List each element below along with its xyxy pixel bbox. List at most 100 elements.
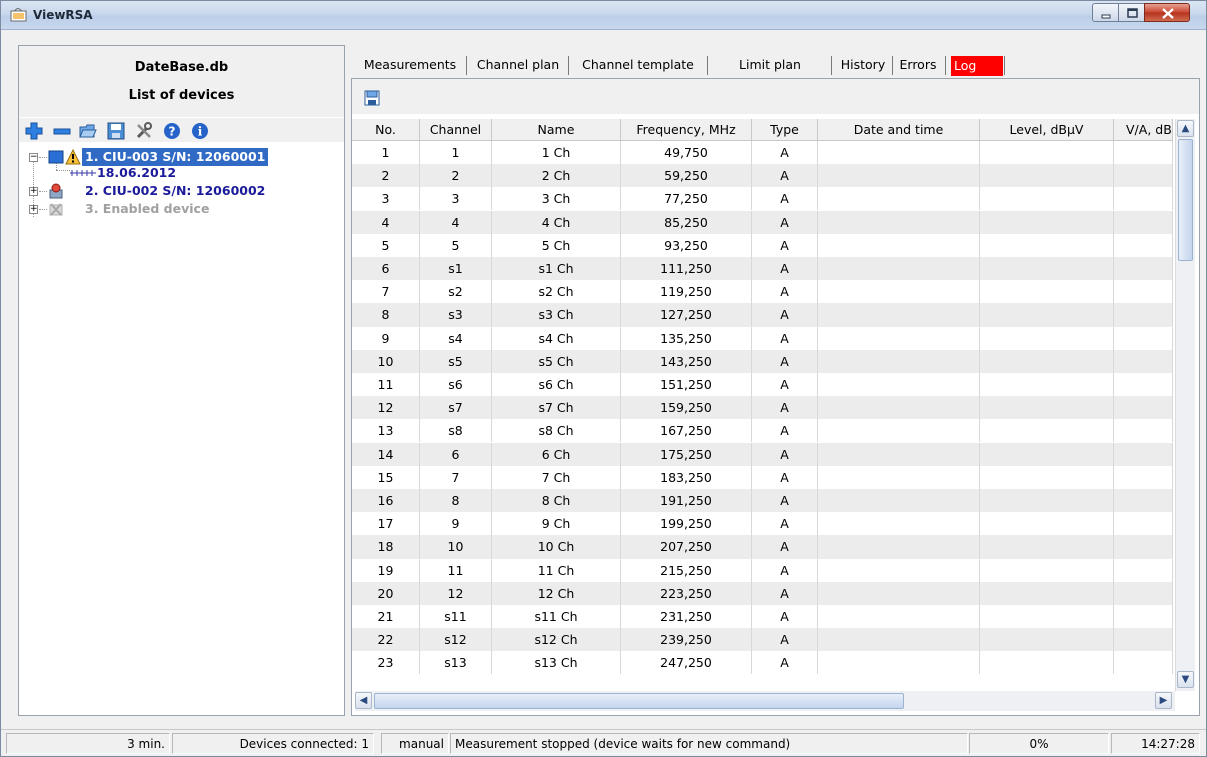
tree-item-device-2[interactable]: + 2. CIU-002 S/N: 12060002 — [19, 183, 344, 199]
column-header-va[interactable]: V/A, dB — [1114, 119, 1173, 141]
table-cell: A — [752, 605, 818, 628]
table-row[interactable]: 10 s5 s5 Ch 143,250 A — [352, 349, 1173, 373]
vertical-scrollbar[interactable]: ▲ ▼ — [1175, 119, 1195, 691]
tab-channel-template[interactable]: Channel template — [572, 53, 704, 77]
table-row[interactable]: 444 Ch 85,250 A — [352, 210, 1173, 234]
table-row[interactable]: 17 9 9 Ch 199,250 A — [352, 512, 1173, 536]
warning-icon — [65, 149, 81, 165]
table-row[interactable]: 19 11 11 Ch 215,250 A — [352, 558, 1173, 582]
tab-label: Channel plan — [476, 57, 560, 72]
table-cell: 23 — [352, 651, 420, 675]
table-cell — [818, 396, 980, 420]
tab-errors[interactable]: Errors — [895, 53, 941, 77]
table-cell — [980, 164, 1114, 188]
tree-item-device-1[interactable]: − 1. CIU-003 S/N: 12060001 — [19, 148, 344, 166]
settings-icon[interactable] — [135, 122, 153, 140]
tree-item-measurement[interactable]: 18.06.2012 — [19, 165, 344, 181]
scroll-left-button[interactable]: ◀ — [355, 692, 372, 709]
collapse-icon[interactable]: − — [29, 153, 38, 162]
table-cell — [980, 605, 1114, 628]
table-cell: s2 — [420, 280, 492, 304]
table-row[interactable]: 333 Ch 77,250 A — [352, 187, 1173, 211]
table-row[interactable]: 12 s7 s7 Ch 159,250 A — [352, 396, 1173, 420]
help-icon[interactable]: ? — [163, 122, 181, 140]
table-cell: 239,250 — [621, 628, 752, 652]
table-cell: A — [752, 233, 818, 257]
horizontal-scrollbar[interactable]: ◀ ▶ — [355, 691, 1175, 711]
column-header-channel[interactable]: Channel — [420, 119, 492, 141]
table-cell — [1114, 187, 1173, 211]
table-row[interactable]: 14 6 6 Ch 175,250 A — [352, 442, 1173, 466]
device-list-title: List of devices — [128, 88, 235, 103]
tree-item-device-3[interactable]: + 3. Enabled device — [19, 201, 344, 217]
table-cell — [980, 326, 1114, 350]
table-row[interactable]: 22 s12 s12 Ch 239,250 A — [352, 628, 1173, 652]
tab-channel-plan[interactable]: Channel plan — [470, 53, 566, 77]
table-row[interactable]: 23 s13 s13 Ch 247,250 A — [352, 651, 1173, 675]
table-cell: 16 — [352, 489, 420, 512]
table-row[interactable]: 18 10 10 Ch 207,250 A — [352, 535, 1173, 559]
horizontal-scroll-thumb[interactable] — [374, 693, 904, 709]
title-bar[interactable]: ViewRSA — [1, 1, 1206, 30]
column-header-type[interactable]: Type — [752, 119, 818, 141]
table-row[interactable]: 11 s6 s6 Ch 151,250 A — [352, 373, 1173, 396]
remove-icon[interactable] — [53, 122, 71, 140]
table-row[interactable]: 16 8 8 Ch 191,250 A — [352, 489, 1173, 513]
column-header-level[interactable]: Level, dBµV — [980, 119, 1114, 141]
minimize-button[interactable] — [1092, 3, 1119, 22]
table-cell: 11 — [420, 558, 492, 582]
table-cell: 4 — [352, 210, 420, 234]
vertical-scroll-thumb[interactable] — [1178, 139, 1193, 261]
column-header-date-time[interactable]: Date and time — [818, 119, 980, 141]
expand-icon[interactable]: + — [29, 205, 38, 214]
table-cell — [1114, 651, 1173, 675]
table-row[interactable]: 20 12 12 Ch 223,250 A — [352, 581, 1173, 605]
close-icon — [1162, 8, 1174, 19]
table-row[interactable]: 555 Ch 93,250 A — [352, 233, 1173, 257]
tab-limit-plan[interactable]: Limit plan — [711, 53, 829, 77]
table-row[interactable]: 222 Ch 59,250 A — [352, 164, 1173, 188]
table-cell: A — [752, 141, 818, 164]
table-row[interactable]: 13 s8 s8 Ch 167,250 A — [352, 419, 1173, 443]
table-row[interactable]: 111 Ch 49,750 A — [352, 141, 1173, 164]
scroll-right-button[interactable]: ▶ — [1155, 692, 1172, 709]
save-icon[interactable] — [364, 90, 380, 106]
info-icon[interactable]: i — [191, 122, 209, 140]
table-cell — [818, 349, 980, 373]
tree-item-label: 2. CIU-002 S/N: 12060002 — [85, 183, 266, 198]
close-button[interactable] — [1144, 3, 1190, 22]
app-window: ViewRSA DateBase.db List of devices ? i — [0, 0, 1207, 757]
table-cell — [818, 373, 980, 396]
table-row[interactable]: 9 s4 s4 Ch 135,250 A — [352, 326, 1173, 350]
add-icon[interactable] — [25, 122, 43, 140]
scroll-up-button[interactable]: ▲ — [1177, 120, 1194, 137]
save-icon[interactable] — [107, 122, 125, 140]
table-cell: A — [752, 187, 818, 211]
table-header: No. Channel Name Frequency, MHz Type Dat… — [352, 119, 1173, 141]
table-row[interactable]: 21 s11 s11 Ch 231,250 A — [352, 605, 1173, 628]
tab-measurements[interactable]: Measurements — [356, 53, 464, 77]
table-cell: s7 — [420, 396, 492, 420]
column-header-name[interactable]: Name — [492, 119, 621, 141]
app-icon — [10, 8, 27, 22]
table-cell: A — [752, 442, 818, 466]
expand-icon[interactable]: + — [29, 187, 38, 196]
tab-history[interactable]: History — [835, 53, 891, 77]
table-cell — [980, 396, 1114, 420]
table-row[interactable]: 15 7 7 Ch 183,250 A — [352, 465, 1173, 489]
table-row[interactable]: 8 s3 s3 Ch 127,250 A — [352, 303, 1173, 327]
table-row[interactable]: 6 s1 s1 Ch 111,250 A — [352, 257, 1173, 281]
table-row[interactable]: 7 s2 s2 Ch 119,250 A — [352, 280, 1173, 304]
table-cell: 21 — [352, 605, 420, 628]
tab-label: Channel template — [582, 57, 694, 72]
table-cell: 12 Ch — [492, 581, 621, 605]
open-folder-icon[interactable] — [79, 122, 97, 140]
table-cell — [818, 558, 980, 582]
scroll-down-button[interactable]: ▼ — [1177, 671, 1194, 688]
table-cell: 8 — [420, 489, 492, 512]
tab-log[interactable]: Log — [951, 56, 1003, 76]
column-header-frequency[interactable]: Frequency, MHz — [621, 119, 752, 141]
table-cell: A — [752, 164, 818, 188]
maximize-button[interactable] — [1118, 3, 1145, 22]
column-header-no[interactable]: No. — [352, 119, 420, 141]
